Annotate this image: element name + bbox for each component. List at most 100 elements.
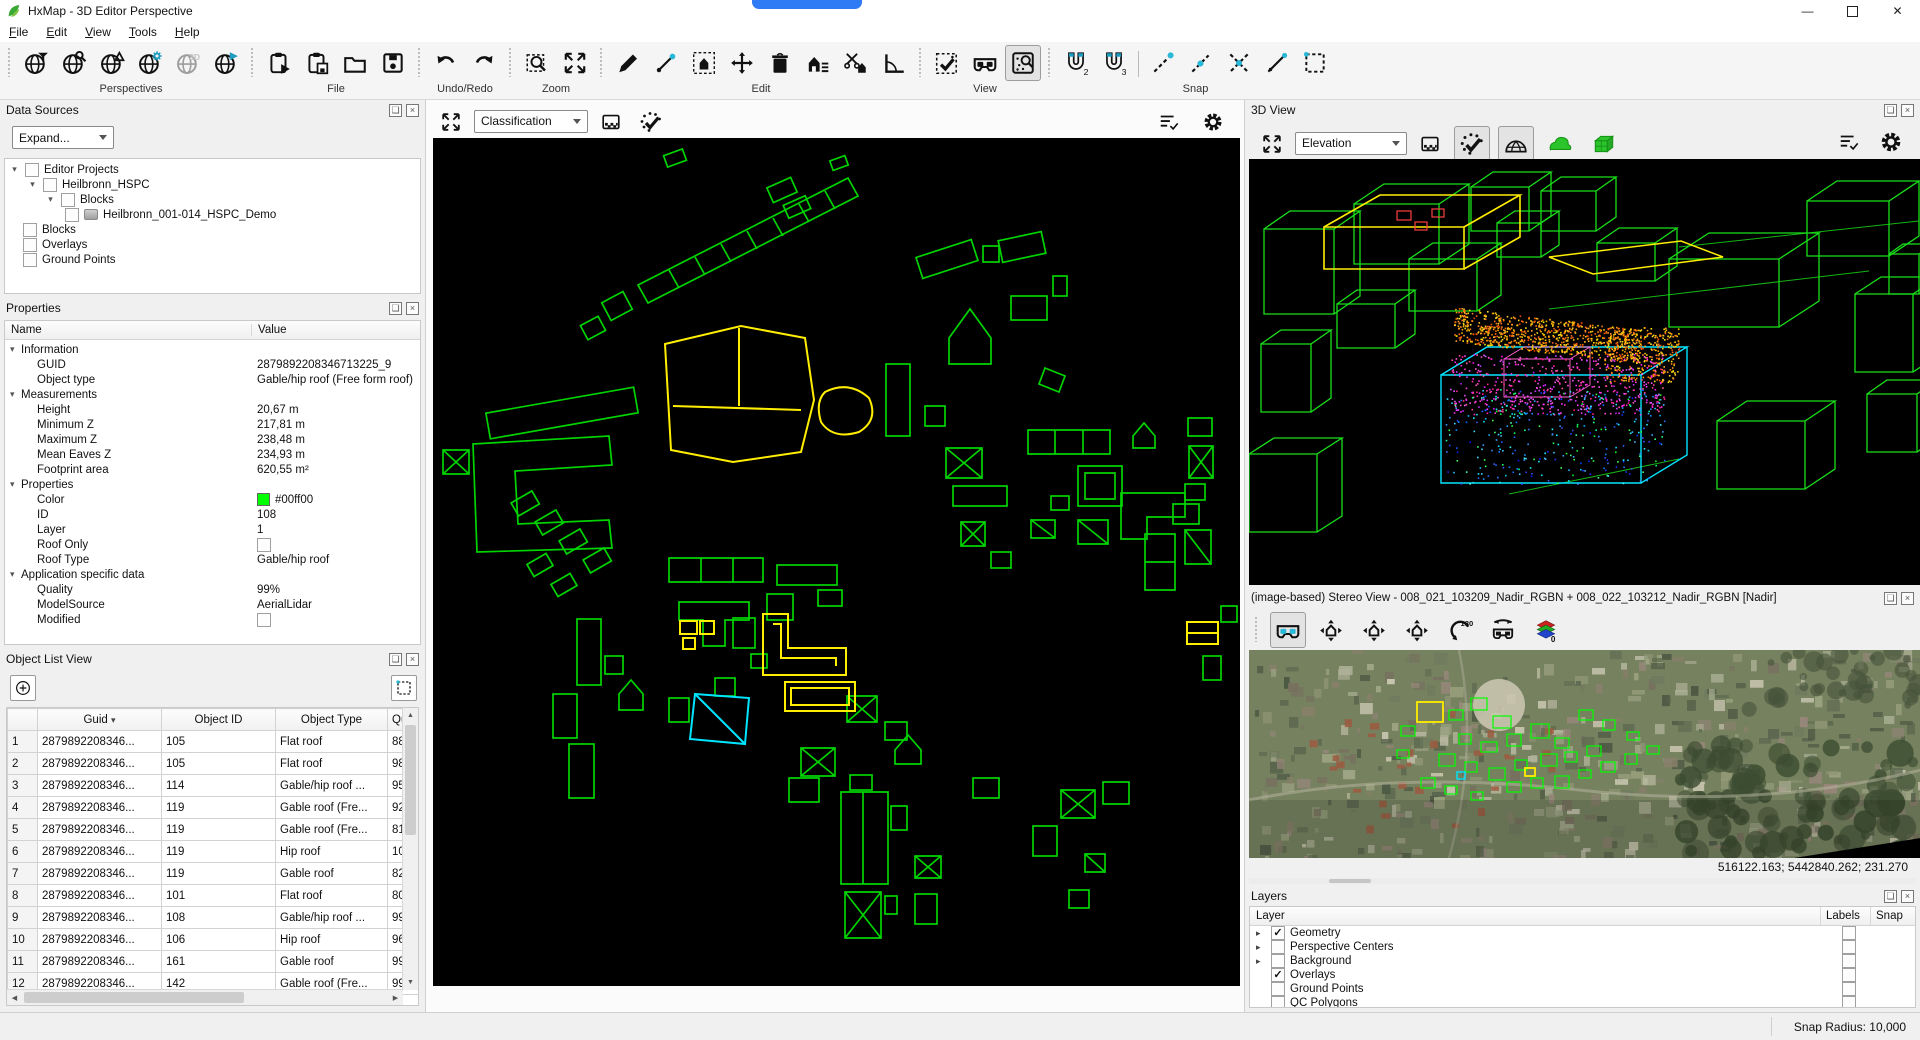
tree-item[interactable]: Overlays xyxy=(5,237,420,252)
toolbar-grip[interactable] xyxy=(417,47,422,77)
delete-object-icon[interactable] xyxy=(762,45,798,81)
close-button[interactable]: ✕ xyxy=(1875,0,1920,22)
add-object-button[interactable] xyxy=(10,675,36,701)
layer-row[interactable]: ▸ Background xyxy=(1250,954,1915,968)
draw-pencil-icon[interactable] xyxy=(610,45,646,81)
swap-stereo-pair-icon[interactable] xyxy=(1485,612,1521,648)
snap-midpoint-icon[interactable] xyxy=(1183,45,1219,81)
layer-row[interactable]: ▸ Geometry xyxy=(1250,926,1915,940)
property-row[interactable]: GUID 2879892208346713225_9 xyxy=(5,357,420,372)
scrollbar-thumb[interactable] xyxy=(1329,879,1371,883)
snap-column-header[interactable]: Snap xyxy=(1876,910,1903,922)
fit-view-icon[interactable] xyxy=(435,106,467,138)
move-right-image-icon[interactable] xyxy=(1399,612,1435,648)
property-group-expander[interactable]: ▾ xyxy=(10,569,21,580)
tree-expander[interactable]: ▾ xyxy=(45,194,56,205)
horizontal-scrollbar[interactable]: ◀ ▶ xyxy=(7,989,403,1005)
expand-combobox[interactable]: Expand... xyxy=(12,126,114,149)
undo-icon[interactable] xyxy=(428,45,464,81)
object-table-row[interactable]: 1 2879892208346... 105 Flat roof 88 xyxy=(8,731,420,753)
float-panel-button[interactable]: ❏ xyxy=(1884,104,1897,117)
object-table-row[interactable]: 8 2879892208346... 101 Flat roof 80 xyxy=(8,885,420,907)
scrollbar-thumb[interactable] xyxy=(24,992,244,1003)
globe-play-icon[interactable] xyxy=(208,45,244,81)
layer-expander[interactable]: ▸ xyxy=(1256,942,1266,953)
color-swatch[interactable] xyxy=(257,493,270,506)
float-panel-button[interactable]: ❏ xyxy=(389,302,402,315)
three-d-viewport[interactable] xyxy=(1249,159,1920,585)
globe-filter-icon[interactable] xyxy=(18,45,54,81)
tree-checkbox[interactable] xyxy=(25,163,39,177)
toolbar-grip[interactable] xyxy=(250,47,255,77)
building-attributes-icon[interactable] xyxy=(800,45,836,81)
float-panel-button[interactable]: ❏ xyxy=(1884,592,1897,605)
object-table-row[interactable]: 4 2879892208346... 119 Gable roof (Fre..… xyxy=(8,797,420,819)
tree-checkbox[interactable] xyxy=(43,178,57,192)
menu-item[interactable]: Edit xyxy=(37,23,76,41)
cut-building-icon[interactable] xyxy=(838,45,874,81)
tree-item[interactable]: ▾ Blocks xyxy=(5,192,420,207)
toolbar-grip[interactable] xyxy=(599,47,604,77)
layer-visibility-checkbox[interactable] xyxy=(1271,940,1285,954)
move-both-images-icon[interactable] xyxy=(1356,612,1392,648)
properties-value-column[interactable]: Value xyxy=(251,324,287,336)
property-row[interactable]: Minimum Z 217,81 m xyxy=(5,417,420,432)
object-table-row[interactable]: 7 2879892208346... 119 Gable roof 82 xyxy=(8,863,420,885)
property-row[interactable]: ModelSource AerialLidar xyxy=(5,597,420,612)
layer-row[interactable]: QC Polygons xyxy=(1250,996,1915,1008)
close-panel-button[interactable]: × xyxy=(1901,592,1914,605)
object-table-row[interactable]: 2 2879892208346... 105 Flat roof 98 xyxy=(8,753,420,775)
snap-endpoint-icon[interactable] xyxy=(1145,45,1181,81)
property-row[interactable]: Color #00ff00 xyxy=(5,492,420,507)
scroll-right-arrow[interactable]: ▶ xyxy=(388,990,403,1005)
layer-expander[interactable]: ▸ xyxy=(1256,956,1266,967)
property-group-expander[interactable]: ▾ xyxy=(10,479,21,490)
tree-item[interactable]: ▾ Editor Projects xyxy=(5,162,420,177)
maximize-button[interactable] xyxy=(1830,0,1875,22)
layer-labels-checkbox[interactable] xyxy=(1842,926,1856,940)
layer-labels-checkbox[interactable] xyxy=(1842,968,1856,982)
menu-item[interactable]: View xyxy=(76,23,120,41)
tree-expander[interactable]: ▾ xyxy=(27,179,38,190)
tree-item[interactable]: Heilbronn_001-014_HSPC_Demo xyxy=(5,207,420,222)
snap-intersection-icon[interactable] xyxy=(1221,45,1257,81)
display-mode-combobox[interactable]: Elevation xyxy=(1295,132,1407,155)
property-row[interactable]: Height 20,67 m xyxy=(5,402,420,417)
stereo-scrollbar[interactable] xyxy=(1249,878,1916,884)
float-panel-button[interactable]: ❏ xyxy=(1884,890,1897,903)
property-row[interactable]: ▾ Information xyxy=(5,342,420,357)
draw-polyline-icon[interactable] xyxy=(648,45,684,81)
property-row[interactable]: Modified xyxy=(5,612,420,627)
map-2d-viewport[interactable] xyxy=(433,138,1240,986)
object-table-row[interactable]: 3 2879892208346... 114 Gable/hip roof ..… xyxy=(8,775,420,797)
toolbar-grip[interactable] xyxy=(7,47,12,77)
close-panel-button[interactable]: × xyxy=(1901,890,1914,903)
settings-gear-icon[interactable] xyxy=(1875,126,1907,158)
snap-nearest-icon[interactable] xyxy=(1259,45,1295,81)
close-panel-button[interactable]: × xyxy=(1901,104,1914,117)
stereo-goggles-icon[interactable] xyxy=(967,45,1003,81)
layer-row[interactable]: Ground Points xyxy=(1250,982,1915,996)
save-icon[interactable] xyxy=(375,45,411,81)
display-mode-combobox[interactable]: Classification xyxy=(474,110,588,133)
tree-checkbox[interactable] xyxy=(23,238,37,252)
property-row[interactable]: Roof Type Gable/hip roof xyxy=(5,552,420,567)
float-panel-button[interactable]: ❏ xyxy=(389,653,402,666)
property-row[interactable]: ▾ Application specific data xyxy=(5,567,420,582)
labels-column-header[interactable]: Labels xyxy=(1826,910,1860,922)
vertical-scrollbar[interactable]: ▲ ▼ xyxy=(402,708,418,990)
close-panel-button[interactable]: × xyxy=(406,104,419,117)
property-row[interactable]: ▾ Measurements xyxy=(5,387,420,402)
property-row[interactable]: Layer 1 xyxy=(5,522,420,537)
verify-view-icon[interactable] xyxy=(929,45,965,81)
layer-visibility-checkbox[interactable] xyxy=(1271,926,1285,940)
open-folder-icon[interactable] xyxy=(337,45,373,81)
textured-roofs-icon[interactable] xyxy=(1586,126,1622,162)
object-table-row[interactable]: 10 2879892208346... 106 Hip roof 96 xyxy=(8,929,420,951)
close-panel-button[interactable]: × xyxy=(406,302,419,315)
rotate-180-icon[interactable] xyxy=(1442,612,1478,648)
property-row[interactable]: ▾ Properties xyxy=(5,477,420,492)
stereo-viewport[interactable] xyxy=(1249,650,1920,858)
solid-roofs-icon[interactable] xyxy=(1542,126,1578,162)
edit-building-icon[interactable] xyxy=(686,45,722,81)
